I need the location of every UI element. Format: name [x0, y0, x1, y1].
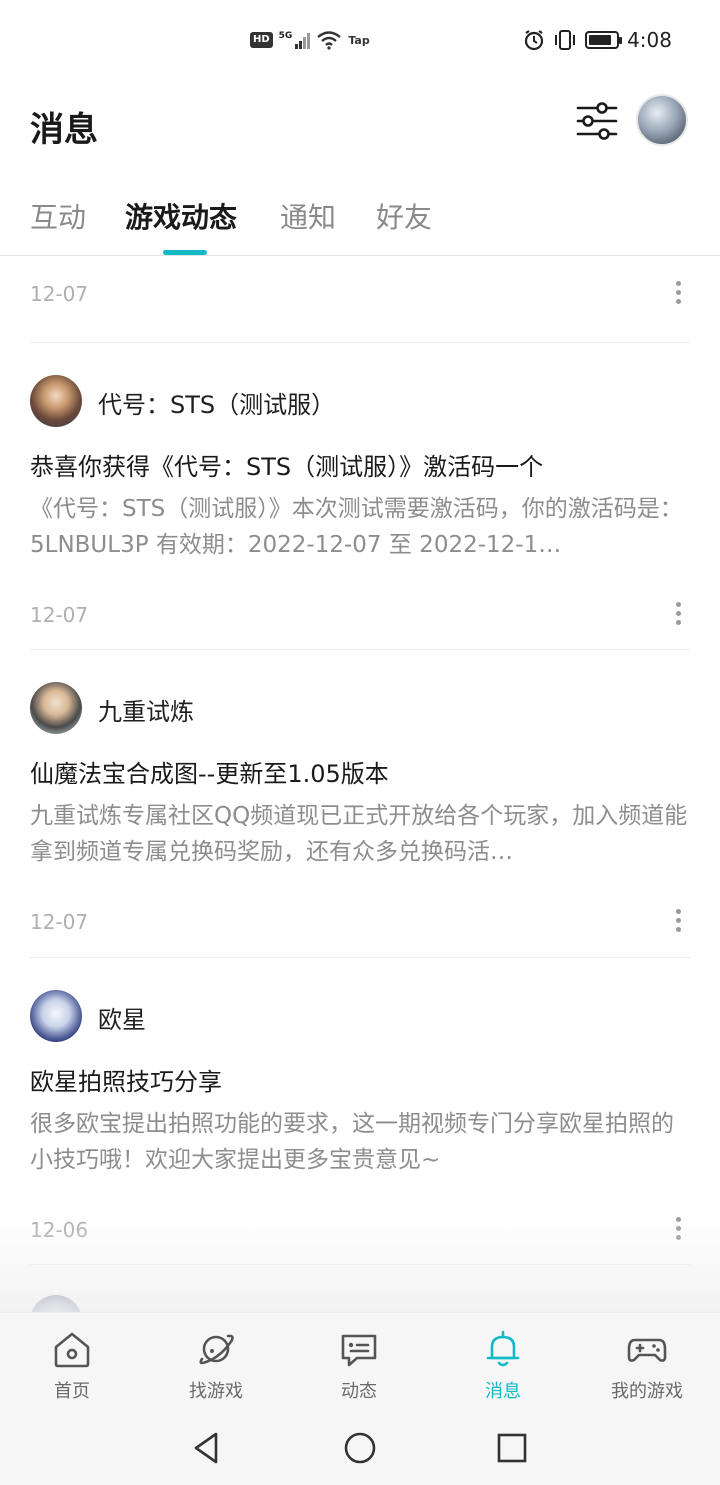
planet-icon — [199, 1334, 234, 1365]
nav-moments[interactable]: 动态 — [299, 1327, 419, 1403]
tab-interaction[interactable]: 互动 — [30, 196, 86, 236]
home-icon — [54, 1332, 90, 1368]
tab-friends[interactable]: 好友 — [376, 196, 432, 236]
net-label: 5G — [278, 31, 293, 41]
tap-label: Tap — [348, 33, 370, 47]
status-bar: HD 5G Tap 4:08 — [0, 0, 720, 84]
item-date: 12-07 — [30, 603, 89, 627]
feed-list: 12-07 代号：STS（测试服） 恭喜你获得《代号：STS（测试服）》激活码一… — [0, 257, 720, 1312]
tab-game-updates[interactable]: 游戏动态 — [125, 196, 237, 236]
wifi-icon — [317, 31, 342, 50]
item-date: 12-07 — [30, 910, 89, 934]
page-title: 消息 — [30, 110, 98, 150]
nav-label: 找游戏 — [189, 1381, 243, 1402]
nav-label: 动态 — [341, 1381, 377, 1402]
game-name: 九重试炼 — [98, 698, 194, 726]
card-title: 恭喜你获得《代号：STS（测试服）》激活码一个 — [30, 453, 544, 481]
nav-label: 我的游戏 — [611, 1381, 683, 1402]
feed-card[interactable]: 欧星 欧星拍照技巧分享 很多欧宝提出拍照功能的要求，这一期视频专门分享欧星拍照的… — [0, 958, 720, 1265]
feed-card[interactable]: 九重试炼 仙魔法宝合成图--更新至1.05版本 九重试炼专属社区QQ频道现已正式… — [0, 650, 720, 957]
nav-label: 首页 — [54, 1381, 90, 1402]
game-name: 欧星 — [98, 1006, 146, 1034]
more-options-button[interactable] — [664, 278, 692, 306]
recents-icon[interactable] — [494, 1430, 530, 1466]
nav-find-games[interactable]: 找游戏 — [156, 1327, 276, 1403]
back-icon[interactable] — [188, 1430, 224, 1466]
status-left: HD 5G Tap — [250, 30, 370, 50]
header: 消息 — [0, 84, 720, 164]
message-tabs: 互动 游戏动态 通知 好友 — [0, 190, 720, 256]
nav-my-games[interactable]: 我的游戏 — [587, 1327, 707, 1403]
game-avatar — [30, 1295, 82, 1312]
item-date: 12-07 — [30, 282, 89, 306]
vibrate-icon — [555, 30, 576, 50]
more-options-button[interactable] — [664, 599, 692, 627]
clock: 4:08 — [627, 28, 672, 52]
card-body: 很多欧宝提出拍照功能的要求，这一期视频专门分享欧星拍照的小技巧哦！欢迎大家提出更… — [30, 1111, 674, 1173]
game-avatar — [30, 682, 82, 734]
nav-label: 消息 — [485, 1381, 521, 1402]
user-avatar[interactable] — [636, 94, 688, 146]
game-name: 代号：STS（测试服） — [98, 391, 336, 419]
system-nav-bar — [0, 1412, 720, 1485]
home-button-icon[interactable] — [342, 1430, 378, 1466]
bottom-nav: 首页 找游戏 动态 消息 我的游戏 — [0, 1312, 720, 1412]
more-options-button[interactable] — [664, 1214, 692, 1242]
nav-messages[interactable]: 消息 — [443, 1327, 563, 1403]
battery-icon — [585, 31, 623, 49]
card-title: 欧星拍照技巧分享 — [30, 1068, 222, 1096]
card-body: 九重试炼专属社区QQ频道现已正式开放给各个玩家，加入频道能拿到频道专属兑换码奖励… — [30, 803, 688, 865]
signal-icon: 5G — [279, 31, 311, 49]
more-options-button[interactable] — [664, 906, 692, 934]
status-right: 4:08 — [523, 28, 672, 52]
filter-button[interactable] — [574, 98, 620, 144]
bell-icon — [486, 1330, 520, 1367]
game-avatar — [30, 375, 82, 427]
gamepad-icon — [627, 1338, 667, 1362]
chat-icon — [341, 1334, 377, 1367]
sliders-icon — [576, 102, 618, 140]
hd-badge: HD — [250, 32, 273, 48]
card-title: 仙魔法宝合成图--更新至1.05版本 — [30, 760, 389, 788]
tab-indicator — [163, 250, 207, 255]
alarm-icon — [524, 30, 544, 51]
feed-card[interactable]: 代号：STS（测试服） 恭喜你获得《代号：STS（测试服）》激活码一个 《代号：… — [0, 343, 720, 650]
tab-notifications[interactable]: 通知 — [280, 196, 336, 236]
divider — [30, 1264, 690, 1265]
card-body: 《代号：STS（测试服）》本次测试需要激活码，你的激活码是：5LNBUL3P 有… — [30, 496, 683, 558]
item-date: 12-06 — [30, 1218, 89, 1242]
nav-home[interactable]: 首页 — [12, 1327, 132, 1403]
game-avatar — [30, 990, 82, 1042]
